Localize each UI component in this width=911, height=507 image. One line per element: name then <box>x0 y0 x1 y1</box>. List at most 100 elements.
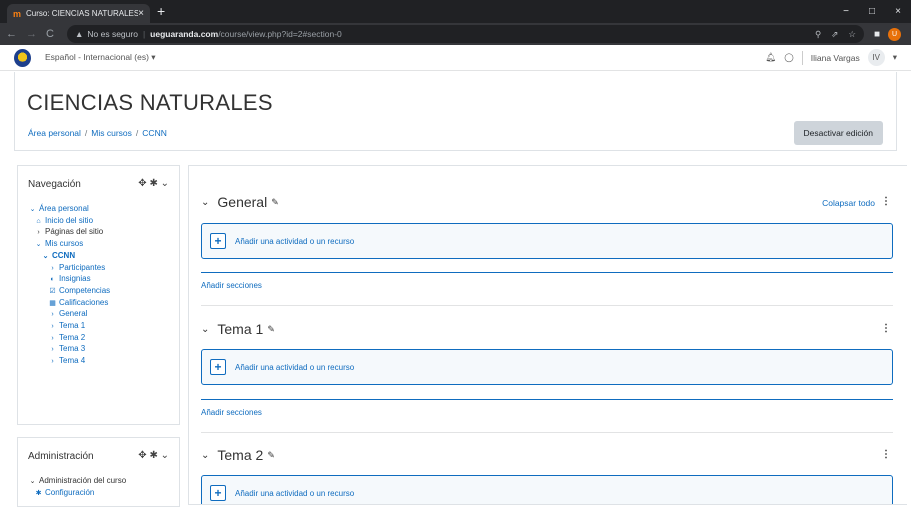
nav-item-paginas[interactable]: › Páginas del sitio <box>28 227 110 239</box>
omnibox-actions: ⚲ ⇗ ☆ <box>815 29 856 40</box>
bookmark-star-icon[interactable]: ☆ <box>848 29 856 40</box>
profile-avatar[interactable]: U <box>888 27 901 41</box>
gear-icon: ✱ <box>35 489 42 497</box>
add-activity-box[interactable]: + Añadir una actividad o un recurso <box>201 223 893 259</box>
plus-icon[interactable]: + <box>210 359 226 375</box>
language-menu[interactable]: Español - Internacional (es) ▾ <box>45 52 156 63</box>
tab-close-icon[interactable]: × <box>138 8 144 19</box>
nav-item-mis-cursos[interactable]: ⌄ Mis cursos <box>28 239 110 251</box>
window-controls: − □ × <box>833 0 911 23</box>
chat-icon[interactable]: ◯ <box>784 52 794 63</box>
plus-icon[interactable]: + <box>210 233 226 249</box>
nav-item-tema-1[interactable]: › Tema 1 <box>28 321 110 333</box>
reload-button[interactable]: C <box>46 28 54 40</box>
section-tema-1: ⌄ Tema 1 ✎ ⋮ + Añadir una actividad o un… <box>201 306 893 434</box>
url-path: /course/view.php?id=2#section-0 <box>218 29 342 39</box>
add-activity-label[interactable]: Añadir una actividad o un recurso <box>235 489 354 498</box>
nav-item-label: Tema 1 <box>59 321 86 331</box>
new-tab-button[interactable]: + <box>157 3 165 19</box>
section-tema-2: ⌄ Tema 2 ✎ ⋮ + Añadir una actividad o un… <box>201 434 893 504</box>
nav-item-label: CCNN <box>52 250 76 260</box>
nav-item-calificaciones[interactable]: ▦ Calificaciones <box>28 298 110 310</box>
section-underline <box>201 399 893 400</box>
add-activity-label[interactable]: Añadir una actividad o un recurso <box>235 363 354 372</box>
add-sections-link[interactable]: Añadir secciones <box>201 408 262 417</box>
nav-item-insignias[interactable]: ◐ Insignias <box>28 274 110 286</box>
chevron-down-icon[interactable]: ▾ <box>893 52 897 63</box>
warning-icon[interactable]: ▲ <box>75 29 83 39</box>
nav-item-label: Competencias <box>59 285 111 295</box>
section-general: ⌄ General ✎ Colapsar todo ⋮ + Añadir una… <box>201 166 893 306</box>
zoom-icon[interactable]: ⚲ <box>815 29 821 40</box>
nav-item-label: Tema 4 <box>59 356 86 366</box>
section-underline <box>201 272 893 273</box>
nav-item-tema-3[interactable]: › Tema 3 <box>28 344 110 356</box>
admin-item-course[interactable]: ⌄ Administración del curso <box>28 476 127 488</box>
breadcrumb-separator: / <box>135 128 139 138</box>
nav-item-general[interactable]: › General <box>28 309 110 321</box>
nav-item-participantes[interactable]: › Participantes <box>28 263 110 275</box>
nav-item-tema-2[interactable]: › Tema 2 <box>28 333 110 345</box>
add-activity-box[interactable]: + Añadir una actividad o un recurso <box>201 475 893 504</box>
minimize-button[interactable]: − <box>833 6 859 17</box>
nav-item-inicio[interactable]: ⌂ Inicio del sitio <box>28 216 110 228</box>
breadcrumb-item[interactable]: CCNN <box>142 128 167 138</box>
plus-icon[interactable]: + <box>210 485 226 501</box>
nav-item-ccnn[interactable]: ⌄ CCNN <box>28 251 110 263</box>
section-header[interactable]: ⌄ General ✎ <box>201 194 279 210</box>
admin-item-label: Administración del curso <box>39 476 127 485</box>
admin-tree: ⌄ Administración del curso ✱ Configuración <box>28 476 127 500</box>
add-activity-box[interactable]: + Añadir una actividad o un recurso <box>201 349 893 385</box>
bell-icon[interactable]: 🔔︎ <box>765 52 776 63</box>
chevron-down-icon[interactable]: ⌄ <box>201 197 209 208</box>
section-header[interactable]: ⌄ Tema 2 ✎ <box>201 447 275 463</box>
chevron-right-icon: › <box>51 346 54 354</box>
admin-item-label: Configuración <box>45 487 95 497</box>
section-menu-icon[interactable]: ⋮ <box>881 323 891 334</box>
browser-tab[interactable]: m Curso: CIENCIAS NATURALES × <box>7 4 150 23</box>
section-header[interactable]: ⌄ Tema 1 ✎ <box>201 321 275 337</box>
breadcrumb-item[interactable]: Área personal <box>28 128 81 138</box>
site-logo[interactable] <box>14 48 31 67</box>
collapse-all-link[interactable]: Colapsar todo <box>822 198 875 208</box>
pencil-icon[interactable]: ✎ <box>267 450 275 461</box>
chevron-right-icon: › <box>37 229 40 237</box>
nav-item-competencias[interactable]: ☑ Competencias <box>28 286 110 298</box>
breadcrumb-item[interactable]: Mis cursos <box>91 128 132 138</box>
section-title: Tema 1 <box>217 321 264 337</box>
block-controls[interactable]: ✥ ✱ ⌄ <box>138 450 169 461</box>
section-menu-icon[interactable]: ⋮ <box>881 449 891 460</box>
chevron-down-icon[interactable]: ⌄ <box>201 324 209 335</box>
pencil-icon[interactable]: ✎ <box>267 324 275 335</box>
add-sections-link[interactable]: Añadir secciones <box>201 281 262 290</box>
forward-button[interactable]: → <box>26 28 37 40</box>
chevron-down-icon: ⌄ <box>42 252 49 260</box>
pencil-icon[interactable]: ✎ <box>271 197 279 208</box>
section-divider <box>201 432 893 433</box>
url-input[interactable]: ▲ No es seguro | ueguaranda.com /course/… <box>66 25 864 43</box>
maximize-button[interactable]: □ <box>859 6 885 17</box>
nav-item-tema-4[interactable]: › Tema 4 <box>28 356 110 368</box>
home-icon: ⌂ <box>36 217 41 225</box>
avatar[interactable]: IV <box>867 49 885 66</box>
user-name[interactable]: Iliana Vargas <box>811 53 860 63</box>
chevron-down-icon: ⌄ <box>35 241 42 249</box>
sidepanel-icon[interactable]: ■ <box>874 29 880 40</box>
chevron-down-icon: ⌄ <box>29 206 36 213</box>
nav-item-label: Tema 2 <box>59 332 86 342</box>
block-controls[interactable]: ✥ ✱ ⌄ <box>138 178 169 189</box>
add-activity-label[interactable]: Añadir una actividad o un recurso <box>235 237 354 246</box>
back-button[interactable]: ← <box>6 28 17 40</box>
nav-item-label: Mis cursos <box>45 239 84 249</box>
section-menu-icon[interactable]: ⋮ <box>881 196 891 207</box>
close-window-button[interactable]: × <box>885 6 911 17</box>
page-header: CIENCIAS NATURALES Área personal / Mis cur… <box>14 72 897 151</box>
nav-item-area-personal[interactable]: ⌄ Área personal <box>28 204 110 216</box>
nav-item-label: Participantes <box>59 262 106 272</box>
admin-item-config[interactable]: ✱ Configuración <box>28 488 126 500</box>
chevron-down-icon[interactable]: ⌄ <box>201 450 209 461</box>
toggle-edit-button[interactable]: Desactivar edición <box>793 121 883 145</box>
breadcrumb: Área personal / Mis cursos / CCNN <box>28 128 167 138</box>
share-icon[interactable]: ⇗ <box>831 29 838 40</box>
browser-tab-bar: m Curso: CIENCIAS NATURALES × + − □ × <box>0 0 911 23</box>
